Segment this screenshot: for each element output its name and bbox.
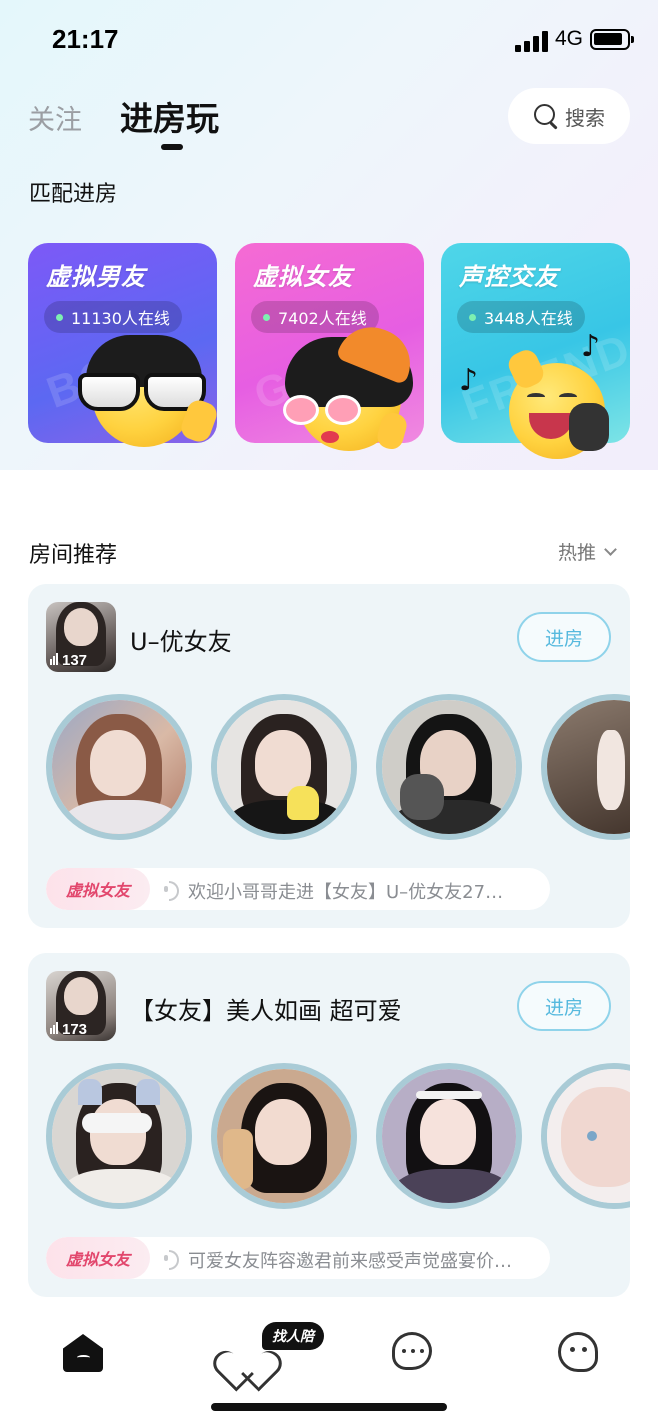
- room-message: 欢迎小哥哥走进【女友】U–优女友27…: [188, 882, 504, 903]
- member-avatar[interactable]: [376, 1063, 522, 1209]
- enter-room-button[interactable]: 进房: [517, 981, 611, 1031]
- match-card-title: 声控交友: [459, 263, 559, 291]
- nav-messages[interactable]: [390, 1330, 434, 1374]
- tab-follow[interactable]: 关注: [28, 98, 82, 137]
- online-count-pill: 3448人在线: [457, 301, 585, 333]
- heart-icon: [225, 1334, 267, 1372]
- room-message-bar: 虚拟女友 欢迎小哥哥走进【女友】U–优女友27…: [46, 868, 550, 910]
- nav-home[interactable]: [61, 1330, 105, 1374]
- member-avatar[interactable]: [46, 1063, 192, 1209]
- status-bar: 21:17 4G: [0, 0, 658, 80]
- cool-emoji-icon: [78, 335, 220, 447]
- match-card-title: 虚拟女友: [253, 263, 353, 291]
- music-note-icon: ♪: [459, 363, 479, 398]
- room-card[interactable]: 137 U–优女友 进房 虚拟女友 欢迎小哥哥走进【女友】U–优女友27…: [28, 584, 630, 928]
- sort-dropdown[interactable]: 热推: [558, 538, 617, 565]
- room-name: U–优女友: [130, 628, 232, 656]
- room-avatar: 173: [46, 971, 116, 1041]
- battery-icon: [590, 29, 634, 50]
- room-tag: 虚拟女友: [46, 1237, 150, 1279]
- room-tag: 虚拟女友: [46, 868, 150, 910]
- room-name: 【女友】美人如画 超可爱: [130, 997, 402, 1025]
- chevron-down-icon: [604, 542, 617, 556]
- online-count: 7402人在线: [278, 309, 367, 328]
- room-avatar: 137: [46, 602, 116, 672]
- sort-label: 热推: [558, 542, 597, 564]
- home-icon: [63, 1334, 103, 1372]
- home-indicator: [211, 1403, 447, 1411]
- search-icon: [533, 103, 559, 129]
- member-avatar[interactable]: [46, 694, 192, 840]
- match-card-voice-dating[interactable]: FRIEND 声控交友 3448人在线 ♪ ♪: [441, 243, 630, 459]
- member-avatar[interactable]: [211, 1063, 357, 1209]
- room-card[interactable]: 173 【女友】美人如画 超可爱 进房 虚拟女友 可爱女友阵容邀君前来感受声觉盛…: [28, 953, 630, 1297]
- online-count: 11130人在线: [71, 309, 170, 328]
- online-dot-icon: [56, 313, 63, 321]
- music-note-icon: ♪: [581, 329, 601, 364]
- tab-play-room[interactable]: 进房玩: [120, 92, 219, 140]
- room-member-count: 173: [62, 1021, 88, 1038]
- nav-profile[interactable]: [556, 1330, 600, 1374]
- network-type: 4G: [555, 27, 584, 50]
- sound-wave-icon: [164, 880, 180, 901]
- room-message: 可爱女友阵容邀君前来感受声觉盛宴价…: [188, 1251, 512, 1272]
- match-card-virtual-boyfriend[interactable]: BOY 虚拟男友 11130人在线: [28, 243, 220, 447]
- online-dot-icon: [469, 313, 476, 321]
- match-card-title: 虚拟男友: [46, 263, 146, 291]
- online-count: 3448人在线: [484, 309, 573, 328]
- profile-icon: [558, 1332, 598, 1372]
- member-avatar[interactable]: [541, 1063, 630, 1209]
- online-dot-icon: [263, 313, 270, 321]
- signal-icon: [515, 30, 549, 52]
- member-avatar[interactable]: [541, 694, 630, 840]
- search-button[interactable]: 搜索: [508, 88, 630, 144]
- find-companion-badge[interactable]: 找人陪: [262, 1322, 324, 1350]
- search-label: 搜索: [565, 105, 605, 130]
- audio-bars-icon: [50, 1021, 59, 1038]
- audio-bars-icon: [50, 652, 59, 669]
- heart-eyes-emoji-icon: [283, 316, 421, 452]
- status-time: 21:17: [52, 24, 119, 54]
- enter-room-button[interactable]: 进房: [517, 612, 611, 662]
- match-section-title: 匹配进房: [29, 182, 118, 207]
- member-avatar[interactable]: [211, 694, 357, 840]
- active-tab-indicator: [161, 144, 183, 150]
- member-avatar[interactable]: [376, 694, 522, 840]
- match-card-virtual-girlfriend[interactable]: GIRL 虚拟女友 7402人在线: [235, 243, 424, 452]
- room-member-count: 137: [62, 652, 88, 669]
- laughing-headphones-emoji-icon: [504, 346, 609, 459]
- sound-wave-icon: [164, 1249, 180, 1270]
- online-count-pill: 11130人在线: [44, 301, 182, 333]
- rooms-section-title: 房间推荐: [29, 543, 118, 568]
- room-message-bar: 虚拟女友 可爱女友阵容邀君前来感受声觉盛宴价…: [46, 1237, 550, 1279]
